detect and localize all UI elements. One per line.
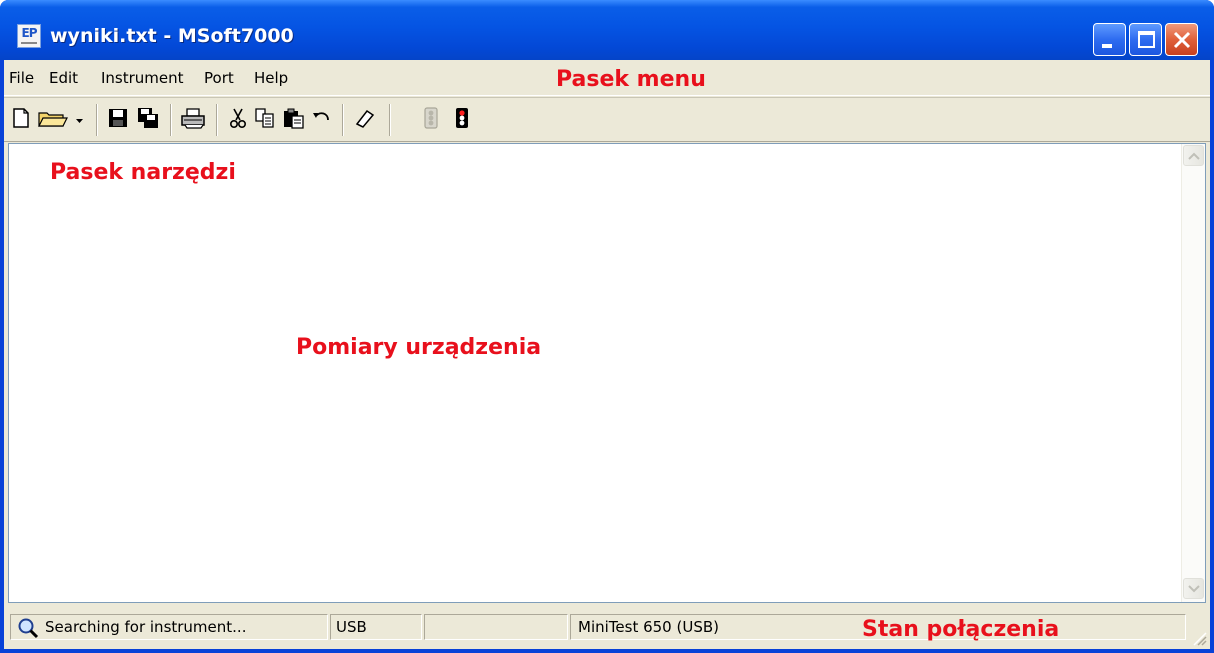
undo-icon [313, 112, 329, 121]
open-dropdown-button[interactable] [74, 106, 88, 134]
print-button[interactable] [180, 106, 208, 134]
status-panel-empty [424, 614, 568, 640]
annotation-menu-bar: Pasek menu [556, 67, 706, 92]
cut-button[interactable] [226, 106, 254, 134]
new-button[interactable] [9, 106, 37, 134]
app-icon-label: EP [21, 26, 38, 40]
annotation-measurements: Pomiary urządzenia [296, 335, 542, 360]
title-bar[interactable]: EP wyniki.txt - MSoft7000 [0, 0, 1214, 60]
paste-button[interactable] [282, 106, 310, 134]
toolbar-separator [389, 104, 391, 136]
toolbar-separator [96, 104, 98, 136]
scroll-up-button[interactable] [1183, 145, 1204, 166]
copy-button[interactable] [253, 106, 281, 134]
menu-port[interactable]: Port [204, 69, 234, 87]
menu-instrument[interactable]: Instrument [101, 69, 184, 87]
maximize-icon [1138, 31, 1155, 48]
print-icon [181, 108, 205, 129]
eraser-icon [355, 109, 375, 128]
paste-icon [284, 108, 304, 129]
maximize-button[interactable] [1129, 23, 1162, 56]
menu-file[interactable]: File [9, 69, 34, 87]
status-panel-search: Searching for instrument... [10, 614, 328, 640]
window-title: wyniki.txt - MSoft7000 [50, 25, 294, 47]
annotation-toolbar: Pasek narzędzi [50, 160, 236, 185]
client-area: File Edit Instrument Port Help Searching… [4, 60, 1210, 649]
status-panel-port: USB [330, 614, 422, 640]
menu-help[interactable]: Help [254, 69, 288, 87]
save-icon [109, 109, 127, 127]
chevron-down-icon [1188, 585, 1200, 593]
port-value: USB [336, 618, 367, 636]
dropdown-arrow-icon [76, 119, 83, 123]
save-all-icon [138, 108, 158, 128]
measurements-text-area[interactable] [8, 143, 1206, 603]
vertical-scrollbar[interactable] [1181, 144, 1205, 602]
annotation-connection-status: Stan połączenia [862, 617, 1060, 642]
menu-edit[interactable]: Edit [49, 69, 78, 87]
minimize-icon [1102, 44, 1112, 48]
chevron-up-icon [1188, 152, 1200, 160]
clear-button[interactable] [353, 106, 381, 134]
undo-button[interactable] [310, 106, 338, 134]
open-button[interactable] [36, 106, 72, 134]
toolbar-separator [170, 104, 172, 136]
status-text: Searching for instrument... [45, 618, 247, 636]
minimize-button[interactable] [1093, 23, 1126, 56]
save-button[interactable] [106, 106, 134, 134]
traffic-light-red-icon [456, 108, 468, 128]
disconnect-button[interactable] [419, 106, 447, 134]
close-icon [1173, 31, 1191, 49]
resize-grip-icon[interactable] [1190, 629, 1208, 647]
toolbar [4, 97, 1210, 142]
open-folder-icon [38, 112, 68, 127]
app-window: EP wyniki.txt - MSoft7000 File Edit Inst… [0, 0, 1214, 653]
scroll-down-button[interactable] [1183, 578, 1204, 599]
cut-icon [230, 108, 247, 129]
device-value: MiniTest 650 (USB) [578, 618, 719, 636]
new-document-icon [13, 108, 29, 128]
toolbar-separator [216, 104, 218, 136]
copy-icon [255, 108, 274, 128]
toolbar-separator [342, 104, 344, 136]
traffic-light-off-icon [424, 107, 438, 129]
connect-button[interactable] [450, 106, 478, 134]
app-icon[interactable]: EP [17, 24, 41, 48]
save-all-button[interactable] [136, 106, 164, 134]
close-button[interactable] [1165, 23, 1198, 56]
magnifier-icon [18, 618, 39, 639]
